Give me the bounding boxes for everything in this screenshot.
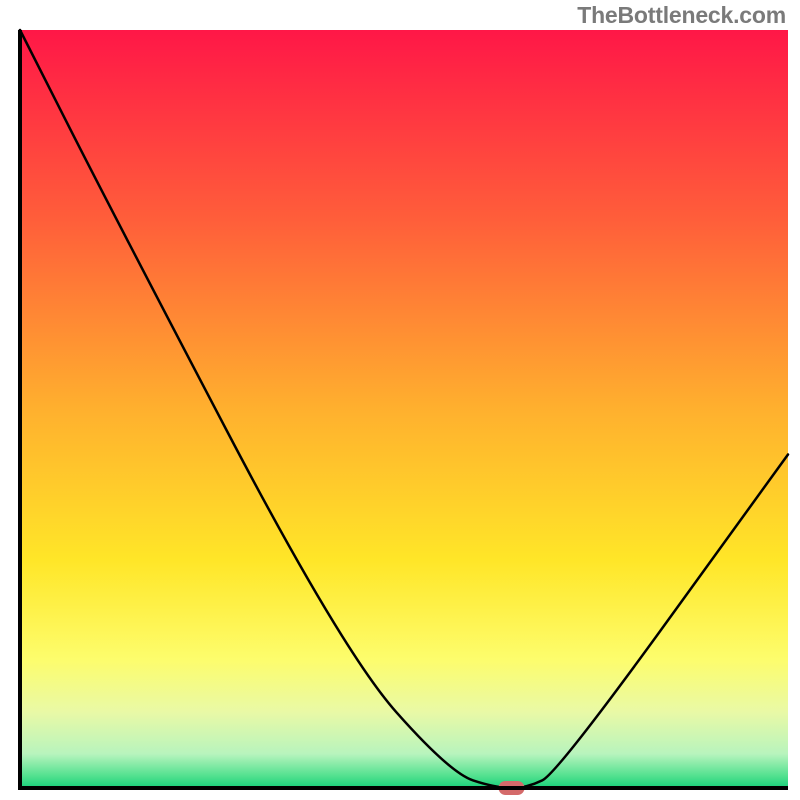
bottleneck-chart [0, 0, 800, 800]
chart-background [20, 30, 788, 788]
chart-container: TheBottleneck.com [0, 0, 800, 800]
attribution-label: TheBottleneck.com [577, 2, 786, 29]
